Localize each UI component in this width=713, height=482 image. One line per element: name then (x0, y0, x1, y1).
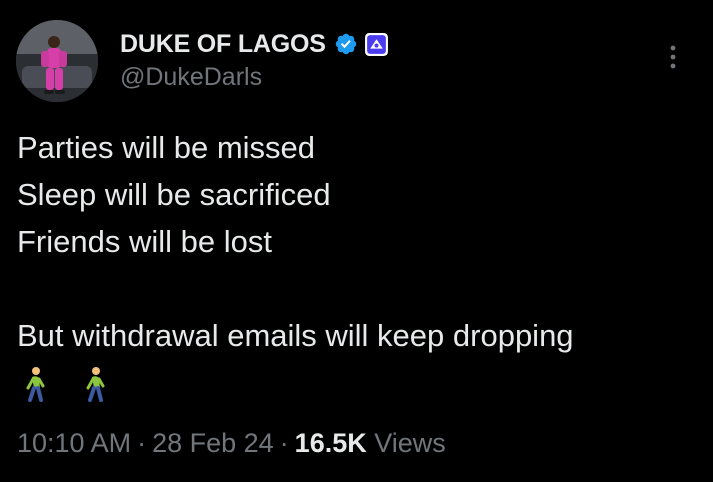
tweet-text-line: Friends will be lost (17, 224, 272, 259)
emoji-row (17, 366, 137, 402)
tweet-text: Parties will be missed Sleep will be sac… (17, 124, 707, 359)
display-name[interactable]: DUKE OF LAGOS (120, 30, 326, 59)
views-count[interactable]: 16.5K (295, 428, 367, 458)
tweet-text-line: But withdrawal emails will keep dropping (17, 318, 574, 353)
views-label[interactable]: Views (374, 428, 446, 458)
affiliate-badge-icon[interactable] (364, 32, 389, 57)
meta-separator: · (137, 428, 147, 458)
tweet-date[interactable]: 28 Feb 24 (152, 428, 274, 458)
verified-badge-icon (335, 33, 356, 55)
tweet-text-line: Parties will be missed (17, 130, 316, 165)
author-block[interactable]: DUKE OF LAGOS @DukeDarls (120, 28, 389, 92)
name-row: DUKE OF LAGOS (120, 28, 389, 60)
avatar[interactable] (16, 20, 98, 102)
tweet-meta: 10:10 AM · 28 Feb 24 · 16.5K Views (17, 428, 446, 459)
man-walking-icon (26, 367, 45, 402)
tweet-time[interactable]: 10:10 AM (17, 428, 131, 458)
tweet-text-line (17, 265, 707, 312)
tweet-card: DUKE OF LAGOS @DukeDarls Parties will be… (0, 0, 713, 482)
tweet-text-line: Sleep will be sacrificed (17, 177, 331, 212)
meta-separator: · (279, 428, 289, 458)
more-options-icon[interactable] (662, 40, 684, 74)
man-walking-icon (86, 367, 105, 402)
handle[interactable]: @DukeDarls (120, 63, 389, 92)
